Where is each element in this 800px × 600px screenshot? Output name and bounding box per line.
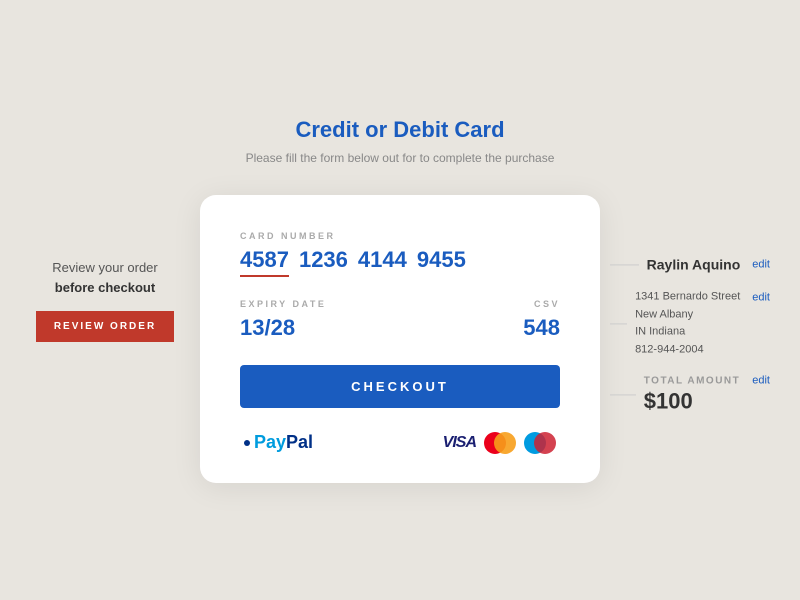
edit-user-link[interactable]: edit	[752, 258, 770, 270]
right-panel: Raylin Aquino edit 1341 Bernardo Street …	[610, 256, 770, 430]
address-header: 1341 Bernardo Street edit	[635, 288, 770, 306]
user-header: Raylin Aquino edit	[647, 256, 770, 272]
divider-line-3	[610, 394, 636, 395]
expiry-group: EXPIRY DATE 13/28	[240, 299, 326, 341]
total-amount: $100	[644, 389, 770, 415]
visa-icon: VISA	[443, 434, 476, 452]
card-number-label: CARD NUMBER	[240, 231, 560, 241]
paypal-dot-icon	[244, 440, 250, 446]
user-divider-row: Raylin Aquino edit	[610, 256, 770, 272]
edit-address-link[interactable]: edit	[752, 291, 770, 303]
paypal-logo: PayPal	[244, 432, 313, 453]
divider-line-1	[610, 264, 639, 265]
address-divider-row: 1341 Bernardo Street edit New Albany IN …	[610, 288, 770, 358]
page-subtitle: Please fill the form below out for to co…	[200, 151, 600, 165]
address-city: New Albany	[635, 306, 770, 324]
mastercard-icon	[484, 433, 516, 453]
card-brand-icons: VISA	[443, 433, 556, 453]
payment-icons: PayPal VISA	[240, 432, 560, 453]
page-title: Credit or Debit Card	[200, 117, 600, 143]
expiry-value: 13/28	[240, 315, 326, 341]
card-segment-3: 4144	[358, 247, 407, 277]
left-panel: Review your order before checkout REVIEW…	[30, 258, 180, 342]
address-street: 1341 Bernardo Street	[635, 288, 740, 306]
total-divider-row: TOTAL AMOUNT edit $100	[610, 375, 770, 415]
checkout-button[interactable]: CHECKOUT	[240, 365, 560, 408]
review-order-button[interactable]: REVIEW ORDER	[36, 311, 174, 342]
edit-total-link[interactable]: edit	[752, 375, 770, 387]
card-segment-4: 9455	[417, 247, 466, 277]
maestro-icon	[524, 433, 556, 453]
review-text: Review your order before checkout	[30, 258, 180, 297]
user-name: Raylin Aquino	[647, 256, 741, 272]
user-info-section: Raylin Aquino edit	[610, 256, 770, 272]
address-phone: 812-944-2004	[635, 341, 770, 359]
page-wrapper: Review your order before checkout REVIEW…	[0, 0, 800, 600]
paypal-text: PayPal	[254, 432, 313, 453]
total-header: TOTAL AMOUNT edit	[644, 375, 770, 387]
divider-line-2	[610, 323, 627, 324]
center-content: Credit or Debit Card Please fill the for…	[200, 117, 600, 483]
card-segment-2: 1236	[299, 247, 348, 277]
total-section: TOTAL AMOUNT edit $100	[610, 375, 770, 415]
bottom-fields-row: EXPIRY DATE 13/28 CSV 548	[240, 299, 560, 341]
address-info-section: 1341 Bernardo Street edit New Albany IN …	[610, 288, 770, 358]
card-number-row: 4587 1236 4144 9455	[240, 247, 560, 277]
payment-card: CARD NUMBER 4587 1236 4144 9455 EXPIRY D…	[200, 195, 600, 483]
expiry-label: EXPIRY DATE	[240, 299, 326, 309]
address-state: IN Indiana	[635, 324, 770, 342]
total-label: TOTAL AMOUNT	[644, 375, 741, 386]
csv-group: CSV 548	[523, 299, 560, 341]
csv-value: 548	[523, 315, 560, 341]
card-segment-1: 4587	[240, 247, 289, 277]
csv-label: CSV	[523, 299, 560, 309]
